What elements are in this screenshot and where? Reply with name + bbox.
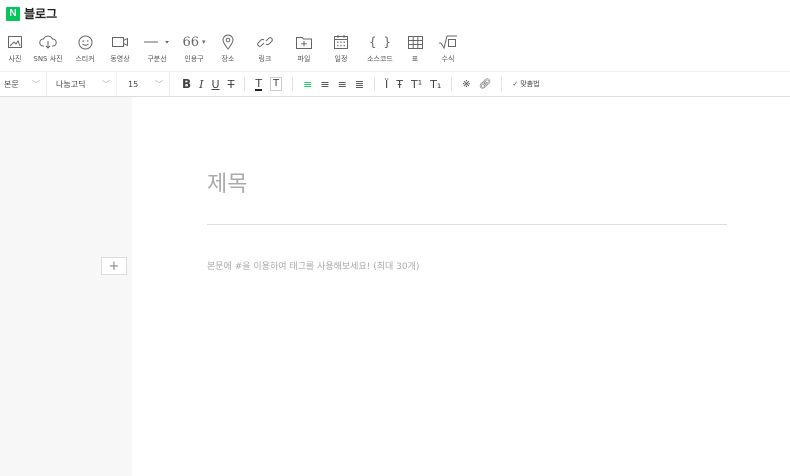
title-divider — [207, 224, 727, 225]
separator — [244, 77, 246, 91]
underline-button[interactable]: U — [212, 78, 220, 91]
video-icon — [112, 33, 128, 51]
toolbar-file-button[interactable]: 파일 — [286, 33, 322, 64]
chevron-down-icon: ﹀ — [102, 79, 110, 89]
background-color-button[interactable]: T — [270, 77, 283, 91]
align-left-button[interactable]: ≡ — [303, 78, 312, 91]
image-icon — [8, 33, 22, 51]
toolbar-code-button[interactable]: { } 소스코드 — [360, 33, 400, 64]
cloud-download-icon — [39, 33, 57, 51]
spellcheck-button[interactable]: ✓ 맞춤법 — [512, 79, 539, 89]
separator — [292, 77, 294, 91]
format-toolbar: 본문 ﹀ 나눔고딕 ﹀ 15 ﹀ B I U T T T ≡ ≡ ≡ ≣ Ϊ Ŧ… — [0, 71, 790, 97]
add-component-button[interactable]: + — [101, 257, 127, 275]
strikethrough-button[interactable]: T — [228, 78, 235, 91]
table-icon — [407, 33, 423, 51]
toolbar-link-button[interactable]: 링크 — [244, 33, 286, 64]
left-panel — [0, 97, 132, 476]
naver-logo[interactable]: N — [6, 6, 20, 21]
location-pin-icon — [222, 33, 234, 51]
chevron-down-icon: ﹀ — [155, 79, 163, 89]
toolbar-divider-button[interactable]: 구분선 — [138, 33, 176, 64]
bold-button[interactable]: B — [182, 77, 191, 91]
font-size-select[interactable]: 15 ﹀ — [117, 72, 170, 96]
line-height-button[interactable]: Ϊ — [385, 78, 388, 91]
paragraph-style-select[interactable]: 본문 ﹀ — [0, 72, 47, 96]
toolbar-place-button[interactable]: 장소 — [212, 33, 244, 64]
align-justify-button[interactable]: ≣ — [355, 78, 364, 91]
check-icon: ✓ — [512, 80, 519, 88]
superscript-button[interactable]: T¹ — [411, 78, 422, 91]
title-input[interactable]: 제목 — [207, 166, 247, 198]
blog-brand[interactable]: 블로그 — [24, 5, 57, 22]
toolbar-photo-button[interactable]: 사진 — [2, 33, 28, 64]
subscript-button[interactable]: T₁ — [430, 78, 441, 91]
link-icon — [257, 33, 273, 51]
horizontal-line-icon — [143, 33, 171, 51]
toolbar-sns-photo-button[interactable]: SNS 사진 — [28, 33, 68, 64]
top-bar: N 블로그 — [0, 0, 790, 27]
toolbar-quote-button[interactable]: 66 ▾ 인용구 — [176, 33, 212, 64]
toolbar-table-button[interactable]: 표 — [400, 33, 430, 64]
special-char-icon[interactable]: ※ — [462, 79, 470, 90]
toolbar-sticker-button[interactable]: 스티커 — [68, 33, 102, 64]
code-braces-icon: { } — [369, 35, 391, 49]
text-color-button[interactable]: T — [255, 78, 263, 91]
file-icon — [296, 33, 312, 51]
body-input[interactable]: 본문에 #을 이용하여 태그를 사용해보세요! (최대 30개) — [207, 259, 419, 272]
toolbar-video-button[interactable]: 동영상 — [102, 33, 138, 64]
separator — [501, 77, 503, 91]
editor-area: + 제목 본문에 #을 이용하여 태그를 사용해보세요! (최대 30개) — [0, 97, 790, 476]
insert-toolbar: 사진 SNS 사진 스티커 동영상 구분선 66 ▾ 인용구 장소 링크 파일 … — [0, 27, 790, 71]
smiley-icon — [78, 33, 93, 51]
italic-button[interactable]: I — [199, 78, 203, 91]
align-right-button[interactable]: ≡ — [338, 78, 347, 91]
toolbar-formula-button[interactable]: 수식 — [430, 33, 466, 64]
toolbar-schedule-button[interactable]: 일정 — [322, 33, 360, 64]
font-family-select[interactable]: 나눔고딕 ﹀ — [47, 72, 117, 96]
separator — [374, 77, 376, 91]
calendar-icon — [334, 33, 348, 51]
sqrt-icon — [438, 33, 458, 51]
link-icon[interactable]: 🔗︎ — [479, 79, 492, 90]
separator — [451, 77, 453, 91]
quote-icon: 66 ▾ — [182, 34, 206, 50]
chevron-down-icon: ﹀ — [32, 79, 40, 89]
align-center-button[interactable]: ≡ — [320, 78, 329, 91]
letter-spacing-button[interactable]: Ŧ — [396, 78, 403, 91]
